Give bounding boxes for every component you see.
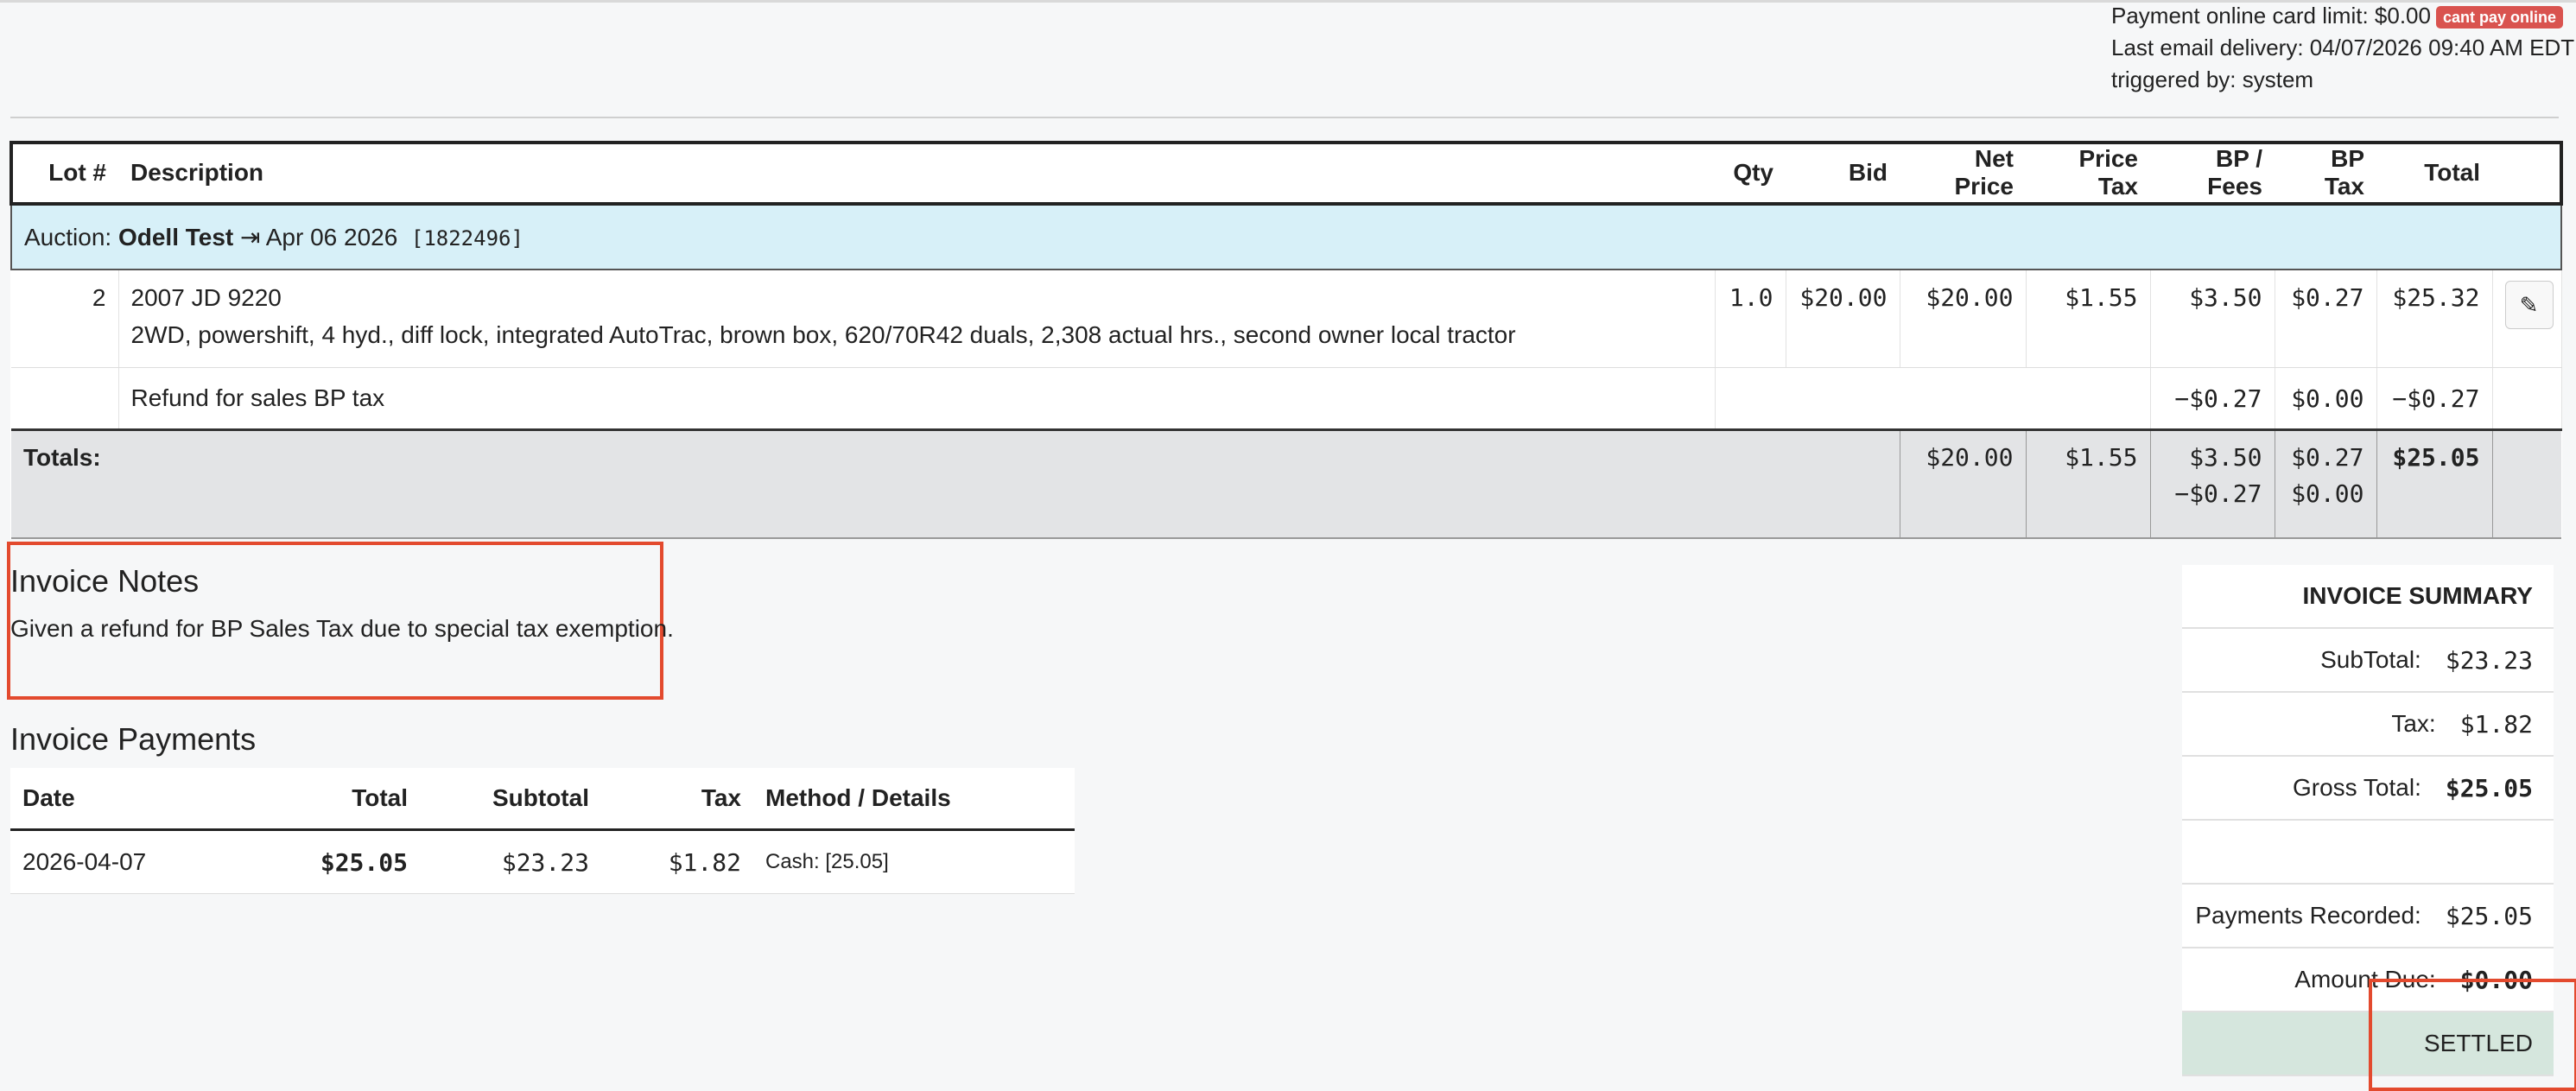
invoice-payments-title: Invoice Payments (10, 721, 257, 757)
payment-tax: $1.82 (601, 829, 753, 894)
payments-table: Date Total Subtotal Tax Method / Details… (10, 768, 1075, 894)
summary-gross-value: $25.05 (2445, 773, 2533, 802)
col-actions (2492, 143, 2561, 204)
payment-total: $25.05 (183, 829, 420, 894)
edit-icon: ✎ (2519, 292, 2539, 318)
lot-bp-tax: $0.27 (2275, 270, 2377, 368)
card-limit-text: Payment online card limit: $0.00 (2111, 3, 2431, 29)
table-row: 2 2007 JD 9220 2WD, powershift, 4 hyd., … (11, 270, 2562, 368)
pay-col-tax: Tax (601, 768, 753, 831)
table-row: 2026-04-07 $25.05 $23.23 $1.82 Cash: [25… (10, 829, 1075, 894)
refund-bp-tax: $0.00 (2275, 367, 2377, 430)
lot-bid: $20.00 (1786, 270, 1900, 368)
lot-bp-fees: $3.50 (2150, 270, 2275, 368)
col-bp-fees: BP / Fees (2207, 145, 2262, 200)
lot-qty: 1.0 (1715, 270, 1786, 368)
last-email-delivery: Last email delivery: 04/07/2026 09:40 AM… (2111, 35, 2575, 60)
pay-col-subtotal: Subtotal (420, 768, 601, 831)
invoice-lines-table: Lot # Description Qty Bid Net Price Pric… (10, 141, 2563, 539)
totals-total: $25.05 (2376, 429, 2492, 539)
summary-payments-value: $25.05 (2445, 901, 2533, 930)
payment-method: Cash: [25.05] (753, 829, 1075, 894)
col-bid: Bid (1848, 159, 1888, 186)
lot-total: $25.32 (2376, 270, 2493, 368)
cant-pay-online-badge: cant pay online (2435, 6, 2563, 29)
payment-subtotal: $23.23 (420, 829, 601, 894)
triggered-by: triggered by: system (2111, 67, 2314, 92)
lot-number: 2 (11, 270, 119, 368)
arrow-icon: ⇥ (240, 223, 261, 251)
totals-row: Totals: $20.00 $1.55 $3.50 −$0.27 $0.27 … (11, 429, 2561, 539)
totals-bp-tax: $0.27 $0.00 (2274, 429, 2376, 539)
payment-date: 2026-04-07 (10, 829, 183, 894)
lot-details: 2WD, powershift, 4 hyd., diff lock, inte… (130, 321, 1516, 348)
refund-total: −$0.27 (2376, 367, 2493, 430)
col-qty: Qty (1733, 159, 1773, 186)
auction-prefix: Auction: (24, 223, 112, 251)
lot-net-price: $20.00 (1900, 270, 2027, 368)
pay-col-total: Total (183, 768, 420, 831)
summary-subtotal-label: SubTotal: (2320, 646, 2421, 673)
summary-tax-label: Tax: (2391, 710, 2436, 737)
lot-actions: ✎ (2492, 270, 2562, 368)
totals-label: Totals: (11, 429, 1900, 539)
auction-date: Apr 06 2026 (265, 223, 398, 251)
summary-payments-row: Payments Recorded: $25.05 (2182, 885, 2554, 948)
summary-payments-label: Payments Recorded: (2195, 902, 2421, 929)
lot-price-tax: $1.55 (2026, 270, 2151, 368)
col-price-tax: Price Tax (2078, 145, 2139, 200)
pay-col-method: Method / Details (753, 768, 1075, 831)
payments-header: Date Total Subtotal Tax Method / Details (10, 768, 1075, 831)
table-header: Lot # Description Qty Bid Net Price Pric… (10, 141, 2563, 206)
payment-info-panel: Payment online card limit: $0.00 cant pay… (2111, 0, 2575, 96)
card-limit-line: Payment online card limit: $0.00 cant pay… (2111, 0, 2563, 32)
summary-gross-row: Gross Total: $25.05 (2182, 757, 2554, 821)
refund-bp-fees: −$0.27 (2150, 367, 2275, 430)
invoice-notes-text: Given a refund for BP Sales Tax due to s… (10, 615, 674, 642)
col-description: Description (130, 159, 264, 186)
auction-id: [1822496] (410, 225, 523, 251)
lot-description: 2007 JD 9220 2WD, powershift, 4 hyd., di… (118, 270, 1716, 368)
totals-net-price: $20.00 (1899, 429, 2026, 539)
summary-subtotal-value: $23.23 (2445, 645, 2533, 675)
col-lot: Lot # (48, 159, 106, 186)
table-row: Refund for sales BP tax −$0.27 $0.00 −$0… (11, 367, 2562, 430)
settled-highlight (2369, 979, 2576, 1091)
col-bp-tax: BP Tax (2324, 145, 2364, 200)
col-total: Total (2424, 159, 2480, 186)
divider (10, 117, 2559, 118)
totals-price-tax: $1.55 (2025, 429, 2150, 539)
summary-gross-label: Gross Total: (2292, 774, 2421, 801)
summary-subtotal-row: SubTotal: $23.23 (2182, 629, 2554, 693)
edit-button[interactable]: ✎ (2504, 281, 2554, 329)
auction-label: Auction: Odell Test ⇥ Apr 06 2026 [18224… (10, 203, 2562, 270)
auction-name: Odell Test (117, 223, 234, 251)
lot-title: 2007 JD 9220 (130, 284, 282, 311)
refund-description: Refund for sales BP tax (118, 367, 1716, 430)
auction-group-row: Auction: Odell Test ⇥ Apr 06 2026 [18224… (10, 203, 2562, 270)
col-net-price: Net Price (1954, 145, 2014, 200)
summary-spacer (2182, 821, 2554, 885)
totals-bp-fees: $3.50 −$0.27 (2149, 429, 2275, 539)
summary-title: INVOICE SUMMARY (2182, 565, 2554, 629)
summary-tax-row: Tax: $1.82 (2182, 693, 2554, 757)
pay-col-date: Date (10, 768, 183, 831)
summary-tax-value: $1.82 (2459, 709, 2533, 739)
invoice-notes-title: Invoice Notes (10, 563, 200, 599)
